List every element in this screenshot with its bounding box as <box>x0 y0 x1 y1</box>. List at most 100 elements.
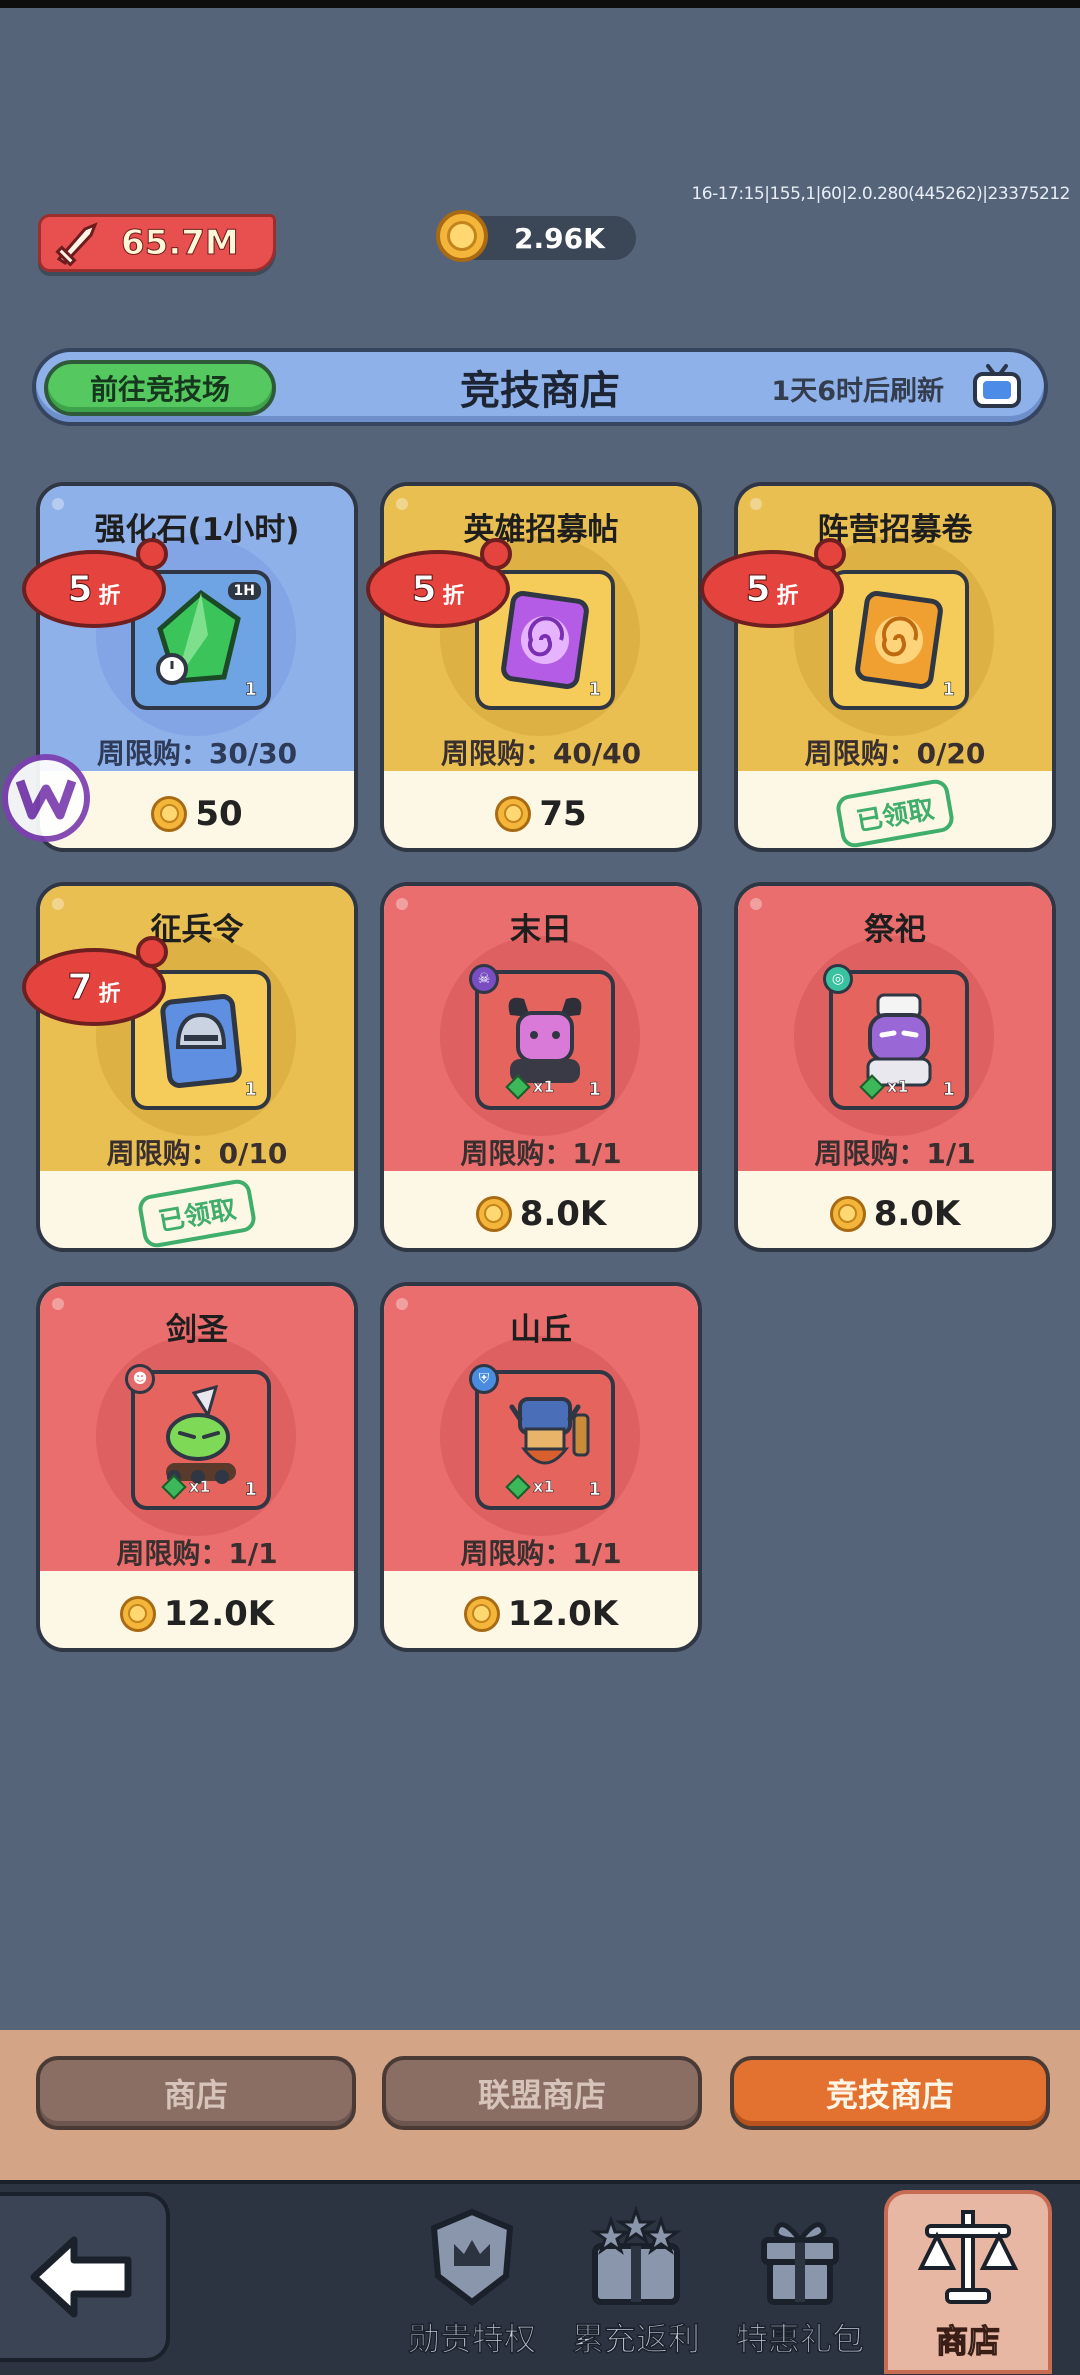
price-value: 8.0K <box>873 1193 961 1234</box>
claimed-stamp-area: 已领取 <box>738 771 1052 848</box>
item-quantity: 1 <box>244 1079 257 1101</box>
nav-special-package[interactable]: 特惠礼包 <box>720 2198 880 2368</box>
card-name: 征兵令 <box>150 912 244 948</box>
star-count: x1 <box>533 1477 555 1497</box>
price-value: 12.0K <box>507 1593 619 1634</box>
star-count: x1 <box>533 1077 555 1097</box>
power-display: 65.7M <box>38 214 276 272</box>
card-name: 祭祀 <box>864 912 926 948</box>
coin-icon <box>151 795 188 832</box>
star-level: x1 <box>859 1073 909 1100</box>
shop-card-hero-blademaster[interactable]: 剑圣 ☻ x1 1 周限购：1/1 12.0K <box>36 1282 358 1652</box>
discount-badge: 7折 <box>22 936 168 1026</box>
back-arrow-icon <box>30 2236 132 2318</box>
bottom-navigation: 勋贵特权 累充返利 特惠礼包 商店 <box>0 2180 1080 2375</box>
star-count: x1 <box>189 1477 211 1497</box>
shop-card-faction-recruit[interactable]: 阵营招募卷 1 周限购：0/20 已领取 <box>734 482 1056 852</box>
skull-faction-icon: ☠ <box>469 964 499 994</box>
coin-icon <box>475 1195 512 1232</box>
discount-unit: 折 <box>442 584 465 609</box>
video-ad-icon[interactable] <box>972 362 1022 408</box>
item-icon-frame: ☻ x1 1 <box>125 1364 271 1510</box>
coin-icon <box>436 210 488 262</box>
orange-scroll-icon <box>855 591 943 689</box>
coin-icon <box>463 1595 500 1632</box>
green-gem-icon <box>156 589 241 685</box>
coin-icon <box>495 795 532 832</box>
star-level: x1 <box>505 1073 555 1100</box>
weekly-limit: 周限购：1/1 <box>460 1537 622 1570</box>
green-star-icon <box>859 1073 885 1100</box>
item-quantity: 1 <box>942 679 955 701</box>
claimed-stamp: 已领取 <box>136 1177 258 1248</box>
item-quantity: 1 <box>588 679 601 701</box>
shield-faction-icon: ⛨ <box>469 1364 499 1394</box>
power-value: 65.7M <box>121 223 240 264</box>
tab-shop[interactable]: 商店 <box>36 2056 356 2130</box>
item-quantity: 1 <box>244 1479 257 1501</box>
nav-label: 累充返利 <box>571 2320 701 2359</box>
card-name: 剑圣 <box>166 1312 228 1348</box>
discount-badge: 5折 <box>366 538 512 628</box>
discount-number: 5 <box>745 568 771 610</box>
coin-value: 2.96K <box>514 221 605 255</box>
helmet-card-icon <box>160 994 242 1088</box>
item-quantity: 1 <box>942 1079 955 1101</box>
tab-arena-shop[interactable]: 竞技商店 <box>730 2056 1050 2130</box>
back-button[interactable] <box>0 2192 170 2362</box>
card-name: 阵营招募卷 <box>817 512 973 548</box>
price[interactable]: 12.0K <box>40 1571 354 1648</box>
goto-arena-button[interactable]: 前往竞技场 <box>44 360 276 416</box>
price-value: 75 <box>539 793 587 834</box>
stars-gift-icon <box>590 2206 682 2305</box>
card-name: 末日 <box>510 912 572 948</box>
shop-card-hero-sacrifice[interactable]: 祭祀 ◎ x1 1 周限购：1/1 8.0K <box>734 882 1056 1252</box>
nav-label: 勋贵特权 <box>407 2320 537 2359</box>
mask-faction-icon: ☻ <box>125 1364 155 1394</box>
w-logo-icon <box>2 754 90 842</box>
shop-card-hero-doom[interactable]: 末日 ☠ x1 1 周限购：1/1 8.0K <box>380 882 702 1252</box>
crown-shield-icon <box>430 2208 514 2306</box>
discount-badge: 5折 <box>700 538 846 628</box>
card-name: 强化石(1小时) <box>94 512 300 548</box>
nav-label: 商店 <box>935 2321 1000 2360</box>
nav-shop[interactable]: 商店 <box>884 2190 1052 2374</box>
price[interactable]: 75 <box>384 771 698 848</box>
nav-label: 特惠礼包 <box>735 2320 865 2359</box>
gift-box-icon <box>761 2222 839 2305</box>
claimed-stamp-area: 已领取 <box>40 1171 354 1248</box>
item-icon-frame: ◎ x1 1 <box>823 964 969 1110</box>
item-icon-frame: ☠ x1 1 <box>469 964 615 1110</box>
price-value: 12.0K <box>163 1593 275 1634</box>
version-text: 16-17:15|155,1|60|2.0.280(445262)|233752… <box>691 184 1070 204</box>
nav-recharge-rebate[interactable]: 累充返利 <box>556 2198 716 2368</box>
shop-card-conscription[interactable]: 征兵令 1 周限购：0/10 已领取 <box>36 882 358 1252</box>
weekly-limit: 周限购：0/20 <box>804 737 986 770</box>
item-quantity: 1 <box>588 1079 601 1101</box>
tab-alliance-shop[interactable]: 联盟商店 <box>382 2056 702 2130</box>
discount-number: 5 <box>67 568 93 610</box>
price[interactable]: 12.0K <box>384 1571 698 1648</box>
discount-number: 5 <box>411 568 437 610</box>
nav-noble-privilege[interactable]: 勋贵特权 <box>392 2198 552 2368</box>
weekly-limit: 周限购：0/10 <box>106 1137 288 1170</box>
price[interactable]: 8.0K <box>384 1171 698 1248</box>
shop-card-hero-recruit[interactable]: 英雄招募帖 1 周限购：40/40 75 <box>380 482 702 852</box>
price[interactable]: 8.0K <box>738 1171 1052 1248</box>
discount-badge: 5折 <box>22 538 168 628</box>
price-value: 8.0K <box>519 1193 607 1234</box>
price-value: 50 <box>195 793 243 834</box>
shop-card-hero-mountain[interactable]: 山丘 ⛨ x1 1 周限购：1/1 12.0K <box>380 1282 702 1652</box>
item-quantity: 1 <box>244 679 257 701</box>
green-star-icon <box>505 1073 531 1100</box>
weekly-limit: 周限购：40/40 <box>440 737 642 770</box>
star-count: x1 <box>887 1077 909 1097</box>
discount-unit: 折 <box>98 982 121 1007</box>
discount-unit: 折 <box>98 584 121 609</box>
coin-icon <box>829 1195 866 1232</box>
weekly-limit: 周限购：1/1 <box>460 1137 622 1170</box>
item-icon-frame: 1 <box>829 570 969 710</box>
star-level: x1 <box>161 1473 211 1500</box>
item-icon-frame: ⛨ x1 1 <box>469 1364 615 1510</box>
spiral-faction-icon: ◎ <box>823 964 853 994</box>
